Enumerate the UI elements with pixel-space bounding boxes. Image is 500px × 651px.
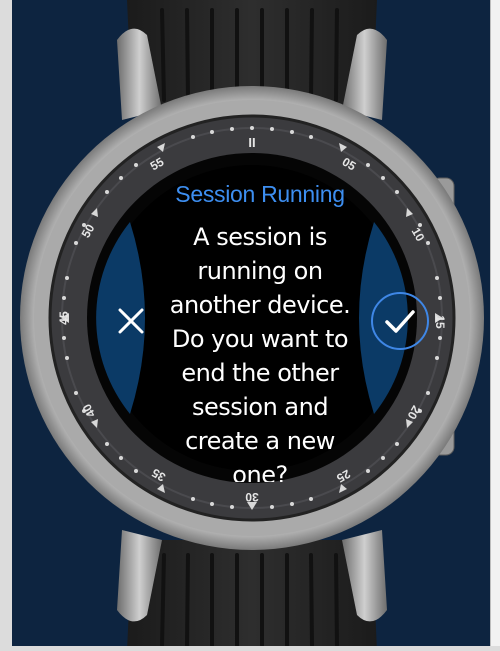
bezel-number-15: 15 — [433, 315, 447, 329]
window-border-left — [0, 0, 12, 651]
checkmark-icon — [385, 310, 415, 333]
window-border-right — [490, 0, 500, 651]
cancel-button[interactable] — [108, 298, 154, 344]
bezel-number-30: 30 — [245, 490, 259, 504]
window-border-bottom — [0, 646, 500, 651]
confirm-button[interactable] — [371, 292, 429, 350]
bezel-marker-top: II — [248, 135, 255, 150]
close-icon — [118, 308, 144, 334]
bezel-number-45: 45 — [57, 311, 71, 325]
